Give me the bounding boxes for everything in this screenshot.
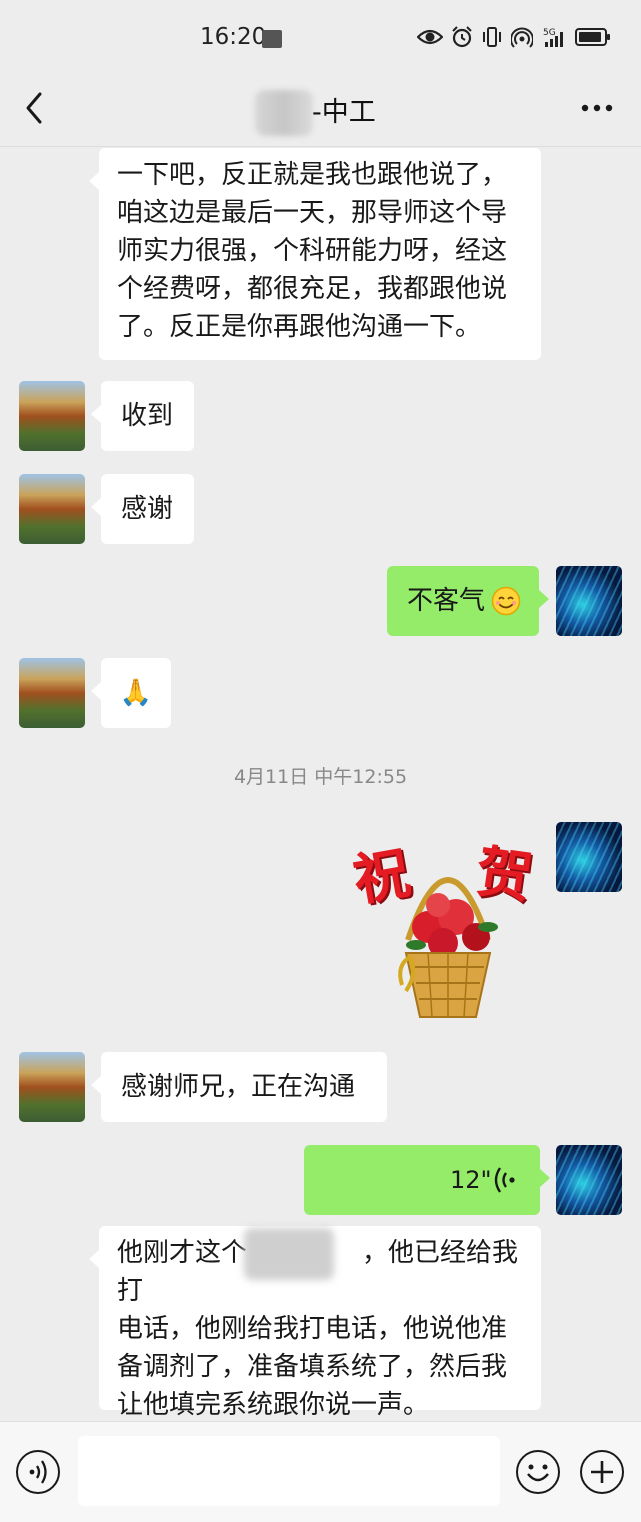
my-avatar[interactable] — [556, 1145, 622, 1215]
plus-icon — [591, 1461, 613, 1483]
contact-avatar[interactable] — [19, 658, 85, 728]
smile-emoji-icon — [491, 586, 521, 616]
redacted-text — [244, 1228, 334, 1280]
input-bar — [0, 1421, 641, 1522]
my-avatar[interactable] — [556, 566, 622, 636]
svg-text:5G: 5G — [543, 28, 556, 38]
back-arrow-icon[interactable] — [18, 88, 48, 128]
status-icons: 5G — [417, 26, 611, 48]
status-bar: 16:20 5G — [0, 0, 641, 78]
eye-icon — [417, 29, 443, 45]
message-text: 收到 — [121, 401, 174, 431]
emoji-icon — [527, 1464, 549, 1482]
chat-header: -中工 — [0, 70, 641, 147]
voice-input-icon — [29, 1460, 47, 1484]
chat-timestamp: 4月11日 中午12:55 — [233, 766, 408, 788]
message-bubble-incoming[interactable]: 感谢 — [91, 474, 194, 544]
message-bubble-outgoing[interactable]: 不客气 — [387, 566, 549, 636]
message-bubble-incoming[interactable]: 收到 — [91, 381, 194, 451]
add-more-button[interactable] — [580, 1450, 624, 1494]
message-bubble-incoming[interactable]: 感谢师兄，正在沟通 — [91, 1052, 387, 1122]
message-input[interactable] — [78, 1436, 500, 1506]
voice-message-bubble[interactable]: 12" — [304, 1145, 550, 1215]
contact-avatar[interactable] — [19, 1052, 85, 1122]
emoji-button[interactable] — [516, 1450, 560, 1494]
contact-avatar[interactable] — [19, 474, 85, 544]
more-options-icon[interactable] — [581, 104, 613, 112]
message-bubble-incoming[interactable]: 一下吧，反正就是我也跟他说了， 咱这边是最后一天，那导师这个导 师实力很强，个科… — [89, 148, 541, 360]
voice-input-toggle[interactable] — [16, 1450, 60, 1494]
voice-duration: 12" — [450, 1166, 492, 1194]
message-bubble-incoming[interactable]: 🙏 — [91, 658, 171, 728]
redacted-contact-name — [255, 90, 313, 136]
image-notification-icon — [262, 30, 282, 48]
sticker-message[interactable]: 祝 贺 — [349, 820, 540, 1025]
alarm-icon — [452, 26, 472, 48]
message-text: 感谢 — [121, 494, 174, 524]
signal-5g-icon: 5G — [543, 28, 563, 47]
flower-basket-icon — [398, 877, 498, 1018]
chat-title: -中工 — [312, 97, 376, 128]
status-time: 16:20 — [200, 24, 267, 50]
message-text: 不客气 — [407, 586, 486, 616]
my-avatar[interactable] — [556, 822, 622, 892]
vibrate-icon — [483, 27, 501, 47]
voice-wave-icon — [494, 1167, 515, 1193]
contact-avatar[interactable] — [19, 381, 85, 451]
message-text: 感谢师兄，正在沟通 — [121, 1072, 356, 1102]
praying-hands-emoji: 🙏 — [119, 678, 153, 708]
hotspot-icon — [511, 27, 533, 48]
battery-icon — [575, 28, 610, 46]
